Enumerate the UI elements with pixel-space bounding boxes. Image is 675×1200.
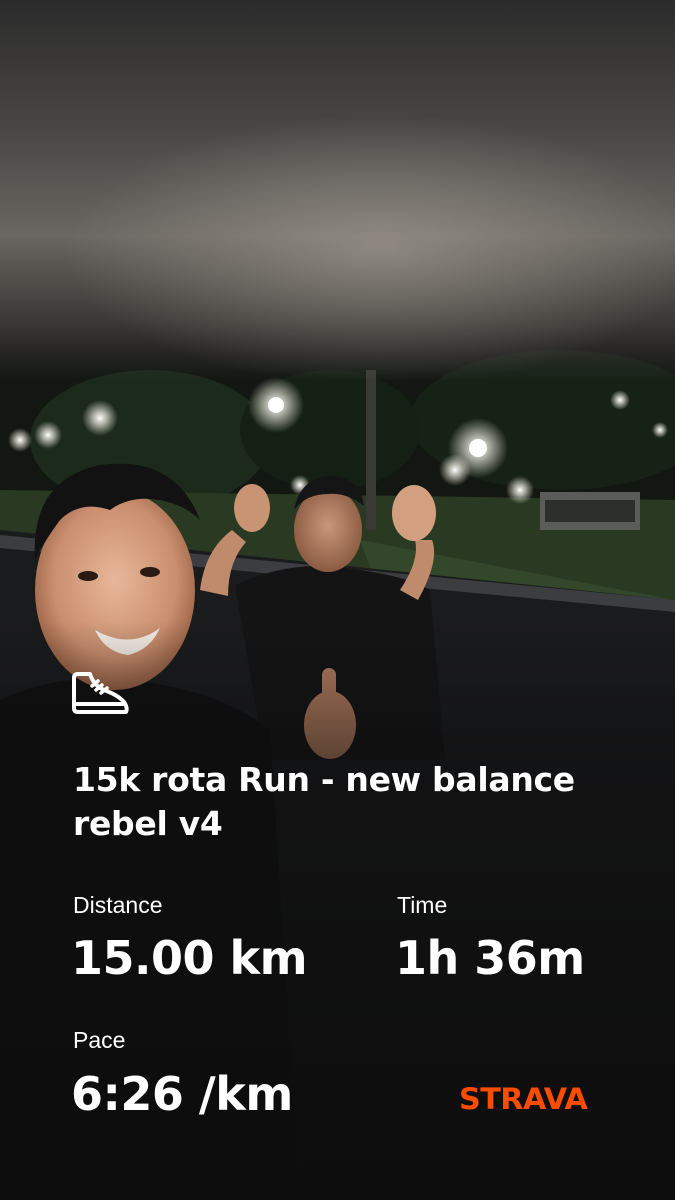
pace-value: 6:26 /km bbox=[71, 1067, 293, 1121]
pace-label: Pace bbox=[73, 1027, 126, 1053]
time-label: Time bbox=[397, 892, 448, 918]
distance-value: 15.00 km bbox=[71, 931, 308, 985]
activity-title: 15k rota Run - new balance rebel v4 bbox=[73, 760, 575, 843]
running-shoe-icon bbox=[72, 672, 129, 714]
strava-share-card: 15k rota Run - new balance rebel v4 Dist… bbox=[0, 0, 675, 1200]
distance-label: Distance bbox=[73, 892, 163, 918]
time-value: 1h 36m bbox=[395, 931, 585, 985]
stats-overlay: 15k rota Run - new balance rebel v4 Dist… bbox=[0, 0, 675, 1200]
strava-logo: STRAVA bbox=[459, 1082, 588, 1116]
